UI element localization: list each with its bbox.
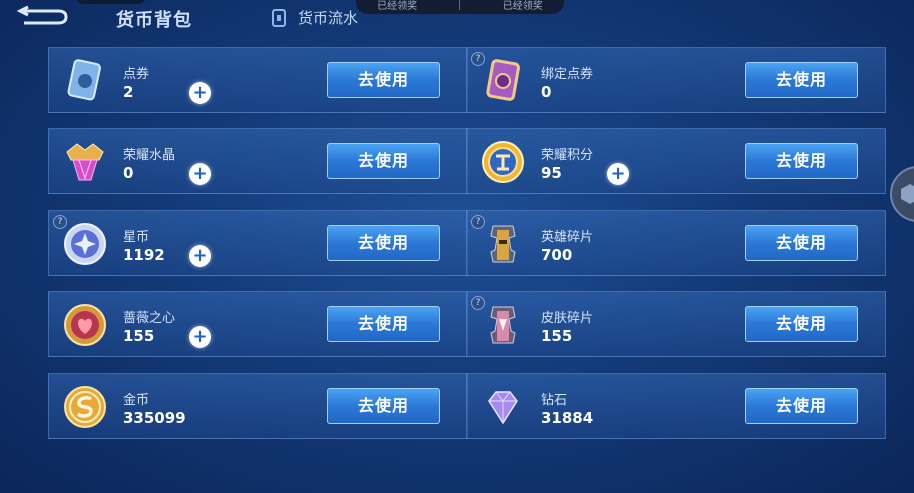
currency-name: 荣耀水晶 <box>123 148 176 163</box>
use-glory-points-button[interactable]: 去使用 <box>745 143 858 179</box>
add-star-coin-button[interactable]: + <box>189 245 211 267</box>
currency-card-skin-shard: ? 皮肤碎片 155 去使用 <box>466 291 886 357</box>
currency-amount: 2 <box>123 83 134 101</box>
currency-amount: 1192 <box>123 246 165 264</box>
currency-card-glory-crystal: 荣耀水晶 0 + 去使用 <box>48 128 468 194</box>
use-diamond-button[interactable]: 去使用 <box>745 388 858 424</box>
glory-crystal-icon <box>66 143 104 181</box>
currency-amount: 95 <box>541 164 562 182</box>
currency-name: 绑定点券 <box>541 67 594 82</box>
currency-flow-icon <box>272 8 286 27</box>
currency-card-hero-shard: ? 英雄碎片 700 去使用 <box>466 210 886 276</box>
side-expand-handle[interactable] <box>890 166 914 222</box>
top-bar: 货币背包 货币流水 已经领奖 已经领奖 <box>0 0 914 40</box>
currency-amount: 0 <box>123 164 134 182</box>
currency-card-gold-coin: 金币 335099 去使用 <box>48 373 468 439</box>
use-skin-shard-button[interactable]: 去使用 <box>745 306 858 342</box>
top-pill-right-text: 已经领奖 <box>502 0 543 12</box>
currency-card-bound-voucher: ? 绑定点券 0 去使用 <box>466 47 886 113</box>
currency-name: 点券 <box>123 67 150 82</box>
glory-points-icon <box>482 141 524 183</box>
tab-currency-flow[interactable]: 货币流水 <box>270 7 358 28</box>
currency-amount: 155 <box>541 327 573 345</box>
currency-card-glory-points: 荣耀积分 95 + 去使用 <box>466 128 886 194</box>
currency-amount: 0 <box>541 83 552 101</box>
bound-voucher-icon <box>486 59 520 101</box>
use-rose-heart-button[interactable]: 去使用 <box>327 306 440 342</box>
add-rose-heart-button[interactable]: + <box>189 326 211 348</box>
currency-name: 星币 <box>123 230 150 245</box>
star-coin-icon <box>64 223 106 265</box>
currency-name: 钻石 <box>541 393 568 408</box>
currency-card-voucher: 点券 2 + 去使用 <box>48 47 468 113</box>
tab-currency-flow-label: 货币流水 <box>298 9 359 27</box>
gold-coin-icon <box>64 386 106 428</box>
currency-name: 荣耀积分 <box>541 148 594 163</box>
use-bound-voucher-button[interactable]: 去使用 <box>745 62 858 98</box>
rose-heart-icon <box>64 304 106 346</box>
page-title: 货币背包 <box>116 10 192 31</box>
top-dark-tab <box>76 0 146 4</box>
hexagon-icon <box>901 184 914 204</box>
currency-name: 英雄碎片 <box>541 230 594 245</box>
add-glory-points-button[interactable]: + <box>607 163 629 185</box>
currency-amount: 155 <box>123 327 155 345</box>
top-pill-left-text: 已经领奖 <box>377 0 418 12</box>
currency-card-star-coin: ? 星币 1192 + 去使用 <box>48 210 468 276</box>
diamond-icon <box>488 391 518 425</box>
back-arrow-icon[interactable] <box>14 5 70 29</box>
currency-name: 金币 <box>123 393 150 408</box>
currency-name: 皮肤碎片 <box>541 311 594 326</box>
add-glory-crystal-button[interactable]: + <box>189 163 211 185</box>
use-star-coin-button[interactable]: 去使用 <box>327 225 440 261</box>
use-glory-crystal-button[interactable]: 去使用 <box>327 143 440 179</box>
add-voucher-button[interactable]: + <box>189 82 211 104</box>
top-status-pill: 已经领奖 已经领奖 <box>356 0 564 14</box>
currency-card-rose-heart: 蔷薇之心 155 + 去使用 <box>48 291 468 357</box>
currency-name: 蔷薇之心 <box>123 311 176 326</box>
use-voucher-button[interactable]: 去使用 <box>327 62 440 98</box>
use-hero-shard-button[interactable]: 去使用 <box>745 225 858 261</box>
currency-amount: 335099 <box>123 409 186 427</box>
currency-amount: 700 <box>541 246 573 264</box>
top-pill-divider <box>459 0 461 10</box>
currency-amount: 31884 <box>541 409 594 427</box>
use-gold-coin-button[interactable]: 去使用 <box>327 388 440 424</box>
hero-shard-icon <box>490 225 516 263</box>
voucher-icon <box>67 59 101 101</box>
currency-card-diamond: 钻石 31884 去使用 <box>466 373 886 439</box>
skin-shard-icon <box>490 306 516 344</box>
